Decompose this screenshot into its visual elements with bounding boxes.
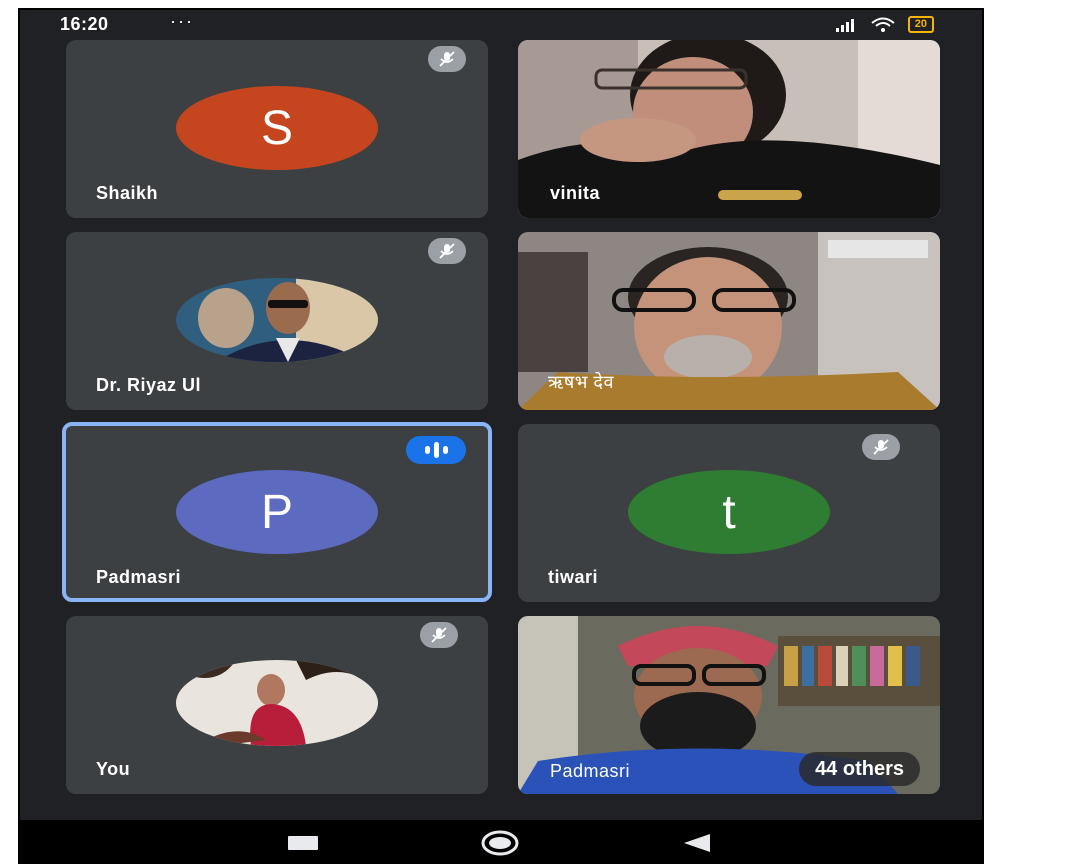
participant-tile-rishabh[interactable]: ऋषभ देव (518, 232, 940, 410)
participant-tile-shaikh[interactable]: S Shaikh (66, 40, 488, 218)
avatar-initial: t (628, 470, 830, 554)
others-count-chip[interactable]: 44 others (799, 752, 920, 786)
participant-name: vinita (550, 183, 601, 203)
status-bar: 16:20 ··· 20 (20, 10, 982, 40)
mic-off-icon (862, 434, 900, 460)
profile-photo-avatar (176, 660, 378, 746)
participant-name: tiwari (548, 567, 599, 587)
recent-apps-icon[interactable] (288, 836, 318, 850)
participant-tile-vinita[interactable]: vinita (518, 40, 940, 218)
profile-photo-avatar (176, 278, 378, 362)
avatar-initial: P (176, 470, 378, 554)
participant-tile-riyaz[interactable]: Dr. Riyaz Ul (66, 232, 488, 410)
participant-name: Dr. Riyaz Ul (96, 375, 202, 395)
battery-icon: 20 (907, 16, 934, 33)
participant-tile-you[interactable]: You (66, 616, 488, 794)
mic-off-icon (428, 238, 466, 264)
avatar-initial: S (176, 86, 378, 170)
participant-tile-tiwari[interactable]: t tiwari (518, 424, 940, 602)
status-icons: 20 (835, 16, 934, 33)
audio-level-icon (406, 436, 466, 464)
participant-name: Shaikh (96, 183, 159, 203)
android-nav-bar (20, 820, 982, 864)
clock: 16:20 (60, 14, 109, 34)
home-icon[interactable] (480, 830, 520, 856)
signal-icon (835, 18, 854, 32)
back-icon[interactable] (684, 834, 710, 852)
more-notifications-icon: ··· (170, 11, 194, 31)
participant-name: ऋषभ देव (548, 372, 614, 392)
participant-name: You (96, 759, 131, 779)
participant-tile-others[interactable]: Padmasri 44 others (518, 616, 940, 794)
wifi-icon (871, 17, 895, 32)
participant-tile-padmasri[interactable]: P Padmasri (62, 422, 492, 602)
mic-off-icon (428, 46, 466, 72)
meet-app-screen: 16:20 ··· 20 S Shaikh vinita Dr. Riyaz U… (20, 10, 982, 864)
participant-name: Padmasri (550, 761, 631, 781)
participant-name: Padmasri (96, 567, 182, 587)
mic-off-icon (420, 622, 458, 648)
